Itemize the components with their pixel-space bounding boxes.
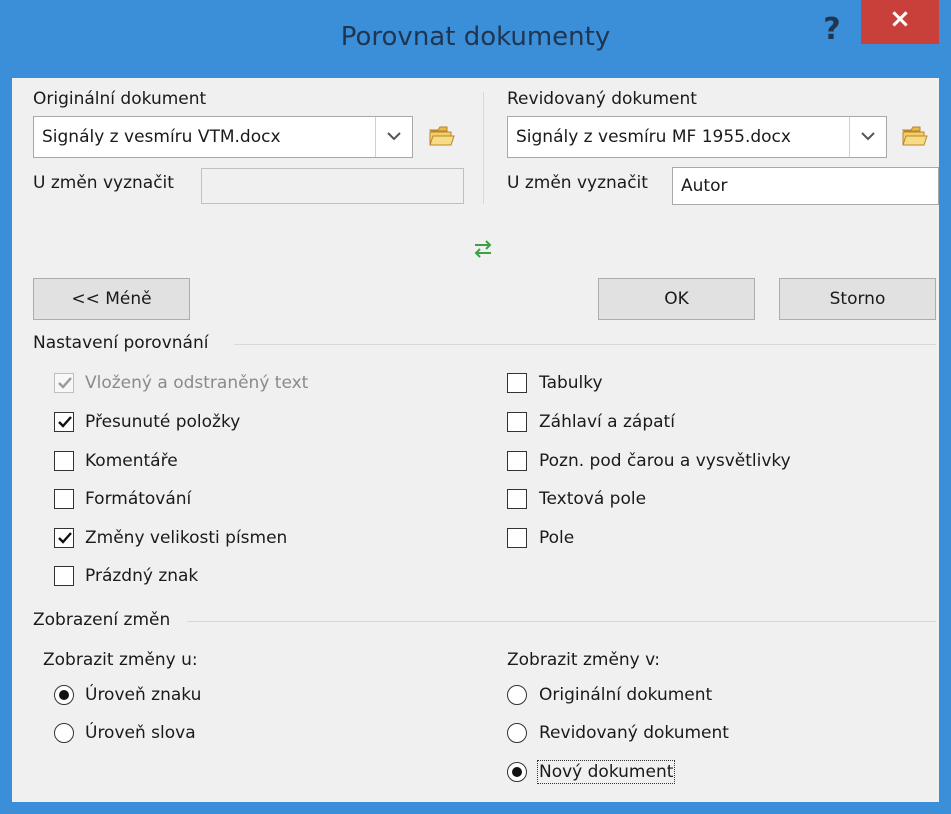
fields-checkbox[interactable] xyxy=(507,528,527,548)
chevron-down-icon[interactable] xyxy=(375,117,412,157)
revised-document-select[interactable]: Signály z vesmíru MF 1955.docx xyxy=(507,116,887,158)
footnotes-checkbox[interactable] xyxy=(507,451,527,471)
revised-document-label: Revidovaný dokument xyxy=(507,89,697,109)
original-document-value: Signály z vesmíru VTM.docx xyxy=(42,127,281,147)
revised-mark-field[interactable]: Autor xyxy=(672,167,939,205)
compare-settings-divider xyxy=(234,344,936,345)
inserted-deleted-text-checkbox[interactable] xyxy=(54,373,74,393)
revised-document-option-label: Revidovaný dokument xyxy=(539,723,729,743)
moved-items-label: Přesunuté položky xyxy=(85,412,241,432)
formatting-label: Formátování xyxy=(85,489,192,509)
fields-label: Pole xyxy=(539,528,575,548)
radio-selected-dot xyxy=(59,690,69,700)
open-folder-icon[interactable] xyxy=(901,125,928,147)
text-boxes-label: Textová pole xyxy=(539,489,647,509)
revised-mark-label: U změn vyznačit xyxy=(507,173,648,193)
tables-label: Tabulky xyxy=(539,373,603,393)
revised-mark-value: Autor xyxy=(681,176,728,196)
original-document-label: Originální dokument xyxy=(33,89,207,109)
original-document-select[interactable]: Signály z vesmíru VTM.docx xyxy=(33,116,413,158)
headers-footers-checkbox[interactable] xyxy=(507,412,527,432)
open-folder-icon[interactable] xyxy=(428,125,455,147)
text-boxes-checkbox[interactable] xyxy=(507,489,527,509)
close-icon: × xyxy=(889,4,911,34)
case-changes-checkbox[interactable] xyxy=(54,528,74,548)
whitespace-checkbox[interactable] xyxy=(54,566,74,586)
column-divider xyxy=(483,92,484,204)
comments-checkbox[interactable] xyxy=(54,451,74,471)
footnotes-label: Pozn. pod čarou a vysvětlivky xyxy=(539,451,791,471)
dialog-body: Originální dokument Signály z vesmíru VT… xyxy=(12,78,939,802)
cancel-button[interactable]: Storno xyxy=(779,278,936,320)
moved-items-checkbox[interactable] xyxy=(54,412,74,432)
ok-button[interactable]: OK xyxy=(598,278,755,320)
word-level-radio[interactable] xyxy=(54,723,74,743)
tables-checkbox[interactable] xyxy=(507,373,527,393)
less-button[interactable]: << Méně xyxy=(33,278,190,320)
original-mark-label: U změn vyznačit xyxy=(33,173,174,193)
show-changes-title: Zobrazení změn xyxy=(33,610,171,630)
help-icon[interactable]: ? xyxy=(812,10,852,50)
character-level-radio[interactable] xyxy=(54,685,74,705)
show-changes-in-label: Zobrazit změny v: xyxy=(507,650,660,670)
character-level-label: Úroveň znaku xyxy=(85,685,202,705)
revised-document-value: Signály z vesmíru MF 1955.docx xyxy=(516,127,791,147)
original-document-option-label: Originální dokument xyxy=(539,685,713,705)
show-changes-at-label: Zobrazit změny u: xyxy=(43,650,198,670)
original-mark-field[interactable] xyxy=(201,168,464,204)
show-changes-divider xyxy=(187,621,936,622)
case-changes-label: Změny velikosti písmen xyxy=(85,528,288,548)
title-bar: Porovnat dokumenty ? × xyxy=(0,0,951,78)
formatting-checkbox[interactable] xyxy=(54,489,74,509)
comments-label: Komentáře xyxy=(85,451,178,471)
inserted-deleted-text-label: Vložený a odstraněný text xyxy=(85,373,309,393)
chevron-down-icon[interactable] xyxy=(849,117,886,157)
original-document-radio[interactable] xyxy=(507,685,527,705)
radio-selected-dot xyxy=(512,767,522,777)
new-document-radio[interactable] xyxy=(507,762,527,782)
new-document-option-label: Nový dokument xyxy=(536,760,676,784)
word-level-label: Úroveň slova xyxy=(85,723,196,743)
compare-dialog: Porovnat dokumenty ? × Originální dokume… xyxy=(0,0,951,814)
headers-footers-label: Záhlaví a zápatí xyxy=(539,412,675,432)
whitespace-label: Prázdný znak xyxy=(85,566,199,586)
revised-document-radio[interactable] xyxy=(507,723,527,743)
close-button[interactable]: × xyxy=(861,0,939,44)
compare-settings-title: Nastavení porovnání xyxy=(33,333,209,353)
dialog-title: Porovnat dokumenty xyxy=(340,22,611,52)
swap-documents-icon[interactable] xyxy=(472,238,494,260)
